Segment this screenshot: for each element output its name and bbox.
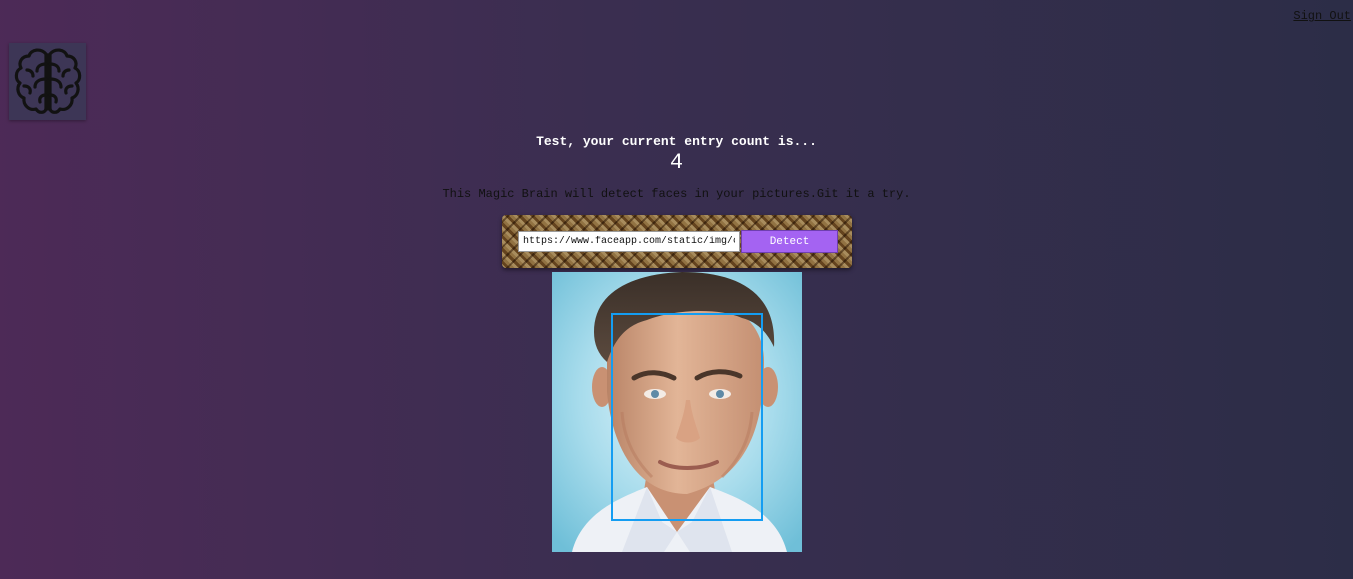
entry-count-message: Test, your current entry count is... xyxy=(536,134,817,149)
face-image-container xyxy=(552,272,802,552)
image-url-form: Detect xyxy=(502,215,852,268)
brain-icon xyxy=(13,46,83,118)
image-url-input[interactable] xyxy=(518,231,740,252)
app-description: This Magic Brain will detect faces in yo… xyxy=(442,187,911,201)
logo xyxy=(9,43,86,120)
face-bounding-box xyxy=(611,313,763,521)
detect-button[interactable]: Detect xyxy=(741,230,838,253)
sign-out-link[interactable]: Sign Out xyxy=(1293,9,1351,23)
entry-count-value: 4 xyxy=(669,150,684,175)
